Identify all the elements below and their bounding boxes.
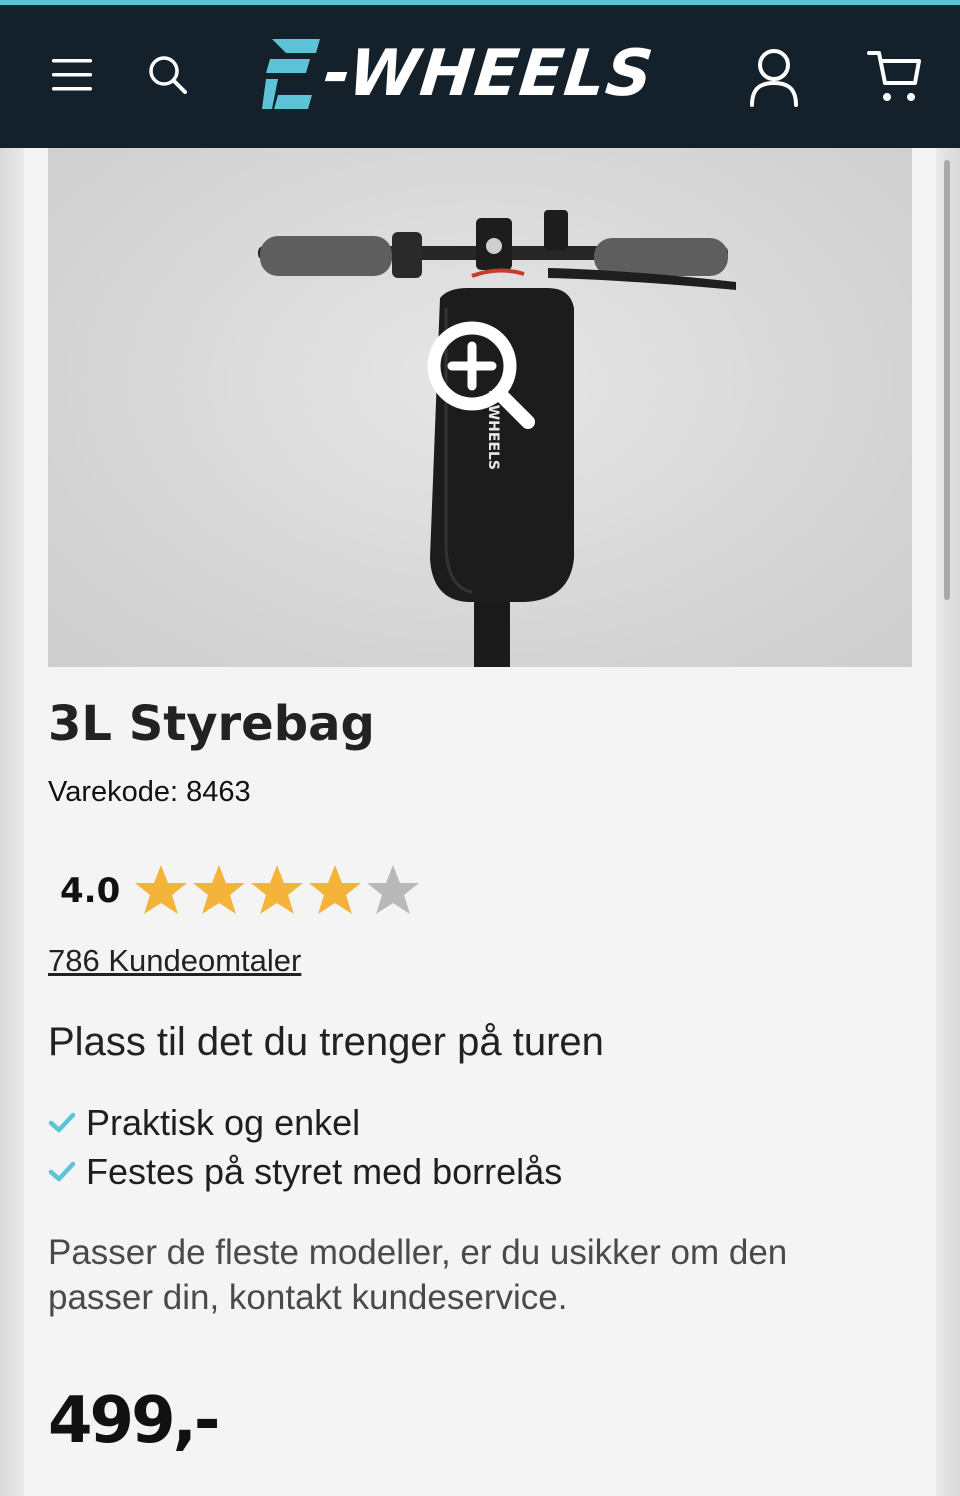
check-icon [48, 1161, 76, 1181]
search-icon [149, 56, 187, 94]
cart-icon [867, 51, 921, 101]
search-button[interactable] [138, 45, 198, 105]
product-description: Passer de fleste modeller, er du usikker… [48, 1233, 788, 1317]
star-empty-icon [367, 865, 419, 914]
feature-item: Praktisk og enkel [48, 1098, 562, 1147]
rating-stars [132, 862, 422, 920]
product-subtitle: Plass til det du trenger på turen [48, 1020, 604, 1064]
scrollbar[interactable] [944, 160, 950, 600]
site-logo[interactable]: -WHEELS [262, 33, 702, 115]
star-filled-icon [193, 865, 245, 914]
menu-button[interactable] [42, 45, 102, 105]
account-button[interactable] [740, 41, 808, 113]
product-title: 3L Styrebag [48, 696, 375, 752]
product-price: 499,- [48, 1384, 220, 1458]
product-image[interactable]: E-WHEELS [48, 148, 912, 667]
cart-button[interactable] [860, 41, 930, 113]
feature-list: Praktisk og enkel Festes på styret med b… [48, 1098, 562, 1196]
star-filled-icon [135, 865, 187, 914]
account-icon [750, 49, 798, 107]
feature-text: Praktisk og enkel [86, 1101, 361, 1143]
feature-text: Festes på styret med borrelås [86, 1150, 563, 1192]
rating-value: 4.0 [60, 871, 121, 911]
site-header: -WHEELS [0, 5, 960, 148]
product-sku: Varekode: 8463 [48, 776, 251, 808]
product-rating: 4.0 [60, 862, 422, 920]
menu-icon [52, 59, 92, 91]
logo-e-mark-icon [262, 39, 320, 109]
star-filled-icon [251, 865, 303, 914]
logo-wordmark: -WHEELS [320, 37, 658, 111]
reviews-link[interactable]: 786 Kundeomtaler [48, 943, 301, 979]
feature-item: Festes på styret med borrelås [48, 1147, 562, 1196]
handlebar-bag-photo: E-WHEELS [258, 210, 736, 667]
check-icon [48, 1112, 76, 1132]
star-filled-icon [309, 865, 361, 914]
